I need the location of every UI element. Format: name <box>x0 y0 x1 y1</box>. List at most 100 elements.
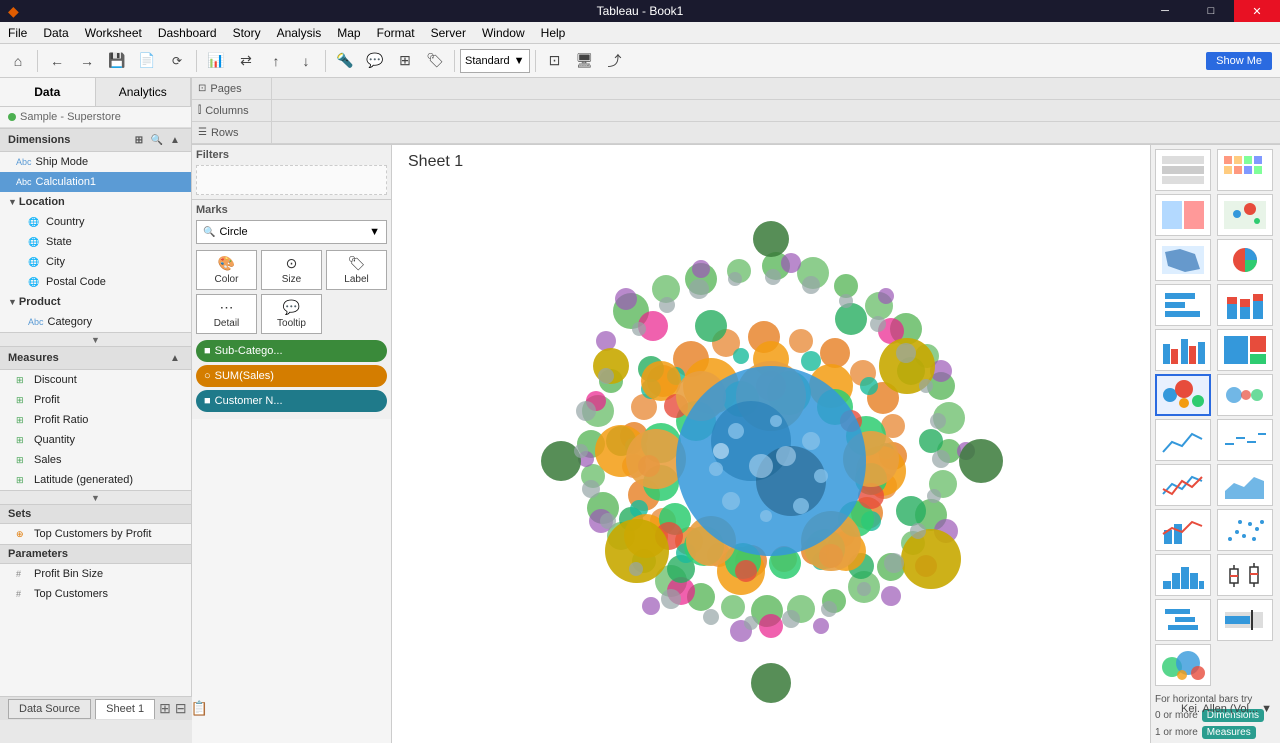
new-dashboard-icon[interactable]: ⊟ <box>175 700 187 717</box>
tab-analytics[interactable]: Analytics <box>96 78 192 106</box>
show-me-button[interactable]: Show Me <box>1206 52 1272 70</box>
chart-filled-map[interactable] <box>1155 239 1211 281</box>
field-sales[interactable]: ⊞ Sales <box>0 450 191 470</box>
toolbar-tooltip[interactable]: 💬 <box>361 48 389 74</box>
color-button[interactable]: 🎨 Color <box>196 250 257 290</box>
marks-type-dropdown[interactable]: 🔍 Circle ▼ <box>196 220 387 244</box>
toolbar-group[interactable]: ⊞ <box>391 48 419 74</box>
filters-drop-area[interactable] <box>196 165 387 195</box>
field-profit-bin-size[interactable]: # Profit Bin Size <box>0 564 191 584</box>
new-sheet-icon[interactable]: ⊞ <box>159 700 171 717</box>
maximize-button[interactable]: □ <box>1188 0 1234 22</box>
chart-packed-bubbles[interactable] <box>1155 644 1211 686</box>
chart-pie[interactable] <box>1217 239 1273 281</box>
toolbar-label[interactable]: 🏷 <box>421 48 449 74</box>
chart-side-by-side-circles[interactable] <box>1217 374 1273 416</box>
toolbar-sort-desc[interactable]: ↓ <box>292 48 320 74</box>
chart-line-discrete[interactable] <box>1217 419 1273 461</box>
dimensions-search-icon[interactable]: 🔍 <box>149 132 165 148</box>
field-calculation1[interactable]: Abc Calculation1 <box>0 172 191 192</box>
toolbar-device[interactable]: 🖥 <box>571 48 599 74</box>
size-button[interactable]: ⊙ Size <box>261 250 322 290</box>
chart-dual-line[interactable] <box>1155 464 1211 506</box>
measures-scroll-up[interactable]: ▲ <box>167 350 183 366</box>
menu-story[interactable]: Story <box>225 22 269 44</box>
chart-box-plot[interactable] <box>1217 554 1273 596</box>
dimensions-grid-icon[interactable]: ⊞ <box>131 132 147 148</box>
dimensions-scroll-down[interactable]: ▼ <box>0 332 191 346</box>
menu-help[interactable]: Help <box>533 22 574 44</box>
toolbar-back[interactable]: ← <box>43 48 71 74</box>
chart-highlight-table[interactable] <box>1155 194 1211 236</box>
chart-gantt[interactable] <box>1155 599 1211 641</box>
globe-icon: 🌐 <box>28 257 42 268</box>
toolbar-forward[interactable]: → <box>73 48 101 74</box>
menu-worksheet[interactable]: Worksheet <box>77 22 150 44</box>
chart-histogram[interactable] <box>1155 554 1211 596</box>
toolbar-format-size[interactable]: ⊡ <box>541 48 569 74</box>
new-story-icon[interactable]: 📋 <box>191 700 208 717</box>
menu-server[interactable]: Server <box>423 22 474 44</box>
chart-circle-view[interactable] <box>1155 374 1211 416</box>
toolbar-new[interactable]: 📄 <box>133 48 161 74</box>
datasource-tab[interactable]: Data Source <box>8 699 91 719</box>
tooltip-button[interactable]: 💬 Tooltip <box>261 294 322 334</box>
field-discount[interactable]: ⊞ Discount <box>0 370 191 390</box>
menu-file[interactable]: File <box>0 22 35 44</box>
chart-dual-combination[interactable] <box>1155 509 1211 551</box>
field-latitude[interactable]: ⊞ Latitude (generated) <box>0 470 191 490</box>
field-city[interactable]: 🌐 City <box>0 252 191 272</box>
chart-horizontal-bar[interactable] <box>1155 284 1211 326</box>
standard-dropdown[interactable]: Standard ▼ <box>460 49 530 73</box>
minimize-button[interactable]: ─ <box>1142 0 1188 22</box>
field-profit-ratio[interactable]: ⊞ Profit Ratio <box>0 410 191 430</box>
user-info[interactable]: Kei. Allen (Vol... ▼ <box>1181 703 1272 715</box>
menu-format[interactable]: Format <box>369 22 423 44</box>
dimensions-scroll-up[interactable]: ▲ <box>167 132 183 148</box>
menu-data[interactable]: Data <box>35 22 76 44</box>
chart-bullet[interactable] <box>1217 599 1273 641</box>
chart-line-continuous[interactable] <box>1155 419 1211 461</box>
field-category[interactable]: Abc Category <box>0 312 191 332</box>
detail-button[interactable]: ⋯ Detail <box>196 294 257 334</box>
chart-side-by-side[interactable] <box>1155 329 1211 371</box>
menu-dashboard[interactable]: Dashboard <box>150 22 225 44</box>
field-state[interactable]: 🌐 State <box>0 232 191 252</box>
chart-stacked-bar[interactable] <box>1217 284 1273 326</box>
menu-analysis[interactable]: Analysis <box>269 22 330 44</box>
pill-customer-name[interactable]: ■ Customer N... <box>196 390 387 412</box>
toolbar-save[interactable]: 💾 <box>103 48 131 74</box>
field-top-customers[interactable]: # Top Customers <box>0 584 191 604</box>
field-country[interactable]: 🌐 Country <box>0 212 191 232</box>
toolbar-highlight[interactable]: 🔦 <box>331 48 359 74</box>
chart-area[interactable] <box>1217 464 1273 506</box>
tab-data[interactable]: Data <box>0 78 96 106</box>
toolbar-sort-asc[interactable]: ↑ <box>262 48 290 74</box>
close-button[interactable]: ✕ <box>1234 0 1280 22</box>
menu-window[interactable]: Window <box>474 22 533 44</box>
field-ship-mode[interactable]: Abc Ship Mode <box>0 152 191 172</box>
toolbar-chart-type[interactable]: 📊 <box>202 48 230 74</box>
chart-text-table[interactable] <box>1155 149 1211 191</box>
toolbar-refresh[interactable]: ⟳ <box>163 48 191 74</box>
group-location[interactable]: ▼ Location <box>0 192 191 212</box>
toolbar-home[interactable]: ⌂ <box>4 48 32 74</box>
measures-scroll-down[interactable]: ▼ <box>0 490 191 504</box>
label-button[interactable]: 🏷 Label <box>326 250 387 290</box>
field-postal-code[interactable]: 🌐 Postal Code <box>0 272 191 292</box>
field-top-customers-profit[interactable]: ⊕ Top Customers by Profit <box>0 524 191 544</box>
menu-map[interactable]: Map <box>329 22 368 44</box>
pages-label: Pages <box>210 83 241 95</box>
chart-treemap[interactable] <box>1217 329 1273 371</box>
pill-sum-sales[interactable]: ○ SUM(Sales) <box>196 365 387 387</box>
field-quantity[interactable]: ⊞ Quantity <box>0 430 191 450</box>
pill-sub-category[interactable]: ■ Sub-Catego... <box>196 340 387 362</box>
field-profit[interactable]: ⊞ Profit <box>0 390 191 410</box>
chart-heat-map[interactable] <box>1217 149 1273 191</box>
chart-symbol-map[interactable] <box>1217 194 1273 236</box>
toolbar-share[interactable]: ⤴ <box>601 48 629 74</box>
group-product[interactable]: ▼ Product <box>0 292 191 312</box>
chart-scatter-plot[interactable] <box>1217 509 1273 551</box>
toolbar-swap[interactable]: ⇄ <box>232 48 260 74</box>
sheet-tab-1[interactable]: Sheet 1 <box>95 699 155 719</box>
